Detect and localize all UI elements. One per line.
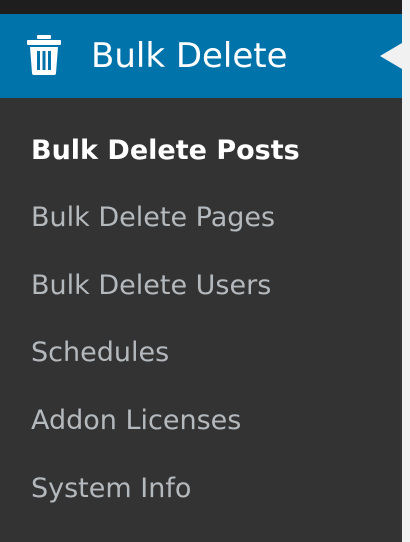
submenu-item-bulk-delete-posts[interactable]: Bulk Delete Posts — [31, 129, 300, 173]
submenu-item-schedules[interactable]: Schedules — [31, 331, 169, 375]
current-menu-arrow — [380, 43, 402, 69]
previous-menu-edge — [0, 0, 402, 14]
admin-sidebar: Bulk Delete Bulk Delete Posts Bulk Delet… — [0, 0, 402, 542]
submenu-item-system-info[interactable]: System Info — [31, 467, 191, 511]
bulk-delete-menu-item[interactable]: Bulk Delete — [0, 14, 402, 98]
trash-icon — [27, 35, 61, 75]
submenu-item-bulk-delete-users[interactable]: Bulk Delete Users — [31, 264, 271, 308]
content-area-edge — [402, 0, 410, 542]
menu-title: Bulk Delete — [91, 36, 288, 76]
submenu-item-addon-licenses[interactable]: Addon Licenses — [31, 399, 241, 443]
submenu-item-bulk-delete-pages[interactable]: Bulk Delete Pages — [31, 196, 275, 240]
